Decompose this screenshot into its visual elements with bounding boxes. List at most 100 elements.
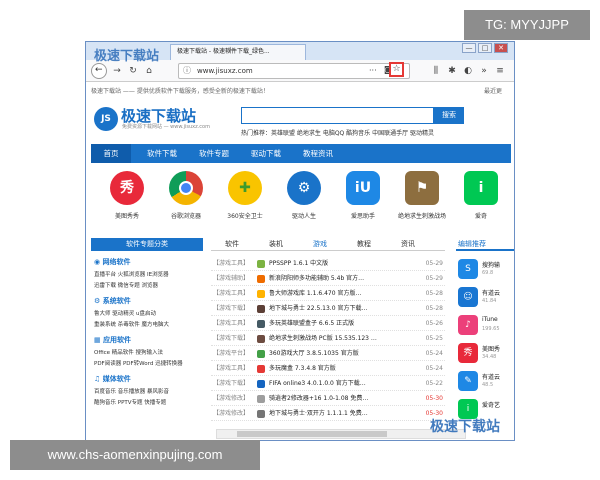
list-item[interactable]: 【游戏下载】 绝地求生刺激战场 PC版 15.535.123 … 05-25 — [211, 332, 445, 346]
editor-pick-name[interactable]: 爱奇艺 — [482, 400, 500, 409]
category-title: ⚙ 系统软件 — [94, 297, 131, 305]
item-name[interactable]: 地下城与勇士·双开方 1.1.1.1 免费… — [269, 407, 368, 421]
menu-tutorials[interactable]: 教程资讯 — [295, 144, 341, 163]
list-item[interactable]: 【游戏工具】 多玩英雄联盟盒子 6.6.5 正式版 05-26 — [211, 317, 445, 331]
item-name[interactable]: 360游戏大厅 3.8.5.1035 官方版 — [269, 347, 359, 361]
list-item[interactable]: 【游戏下载】 地下城与勇士 22.5.13.0 官方下载… 05-28 — [211, 302, 445, 316]
item-name[interactable]: 鲁大师游戏库 1.1.6.470 官方版… — [269, 287, 361, 301]
category-links[interactable]: 迅雷下载 微信专题 浏览器 — [94, 281, 206, 289]
editor-pick-name[interactable]: 有道云 — [482, 288, 500, 297]
tab-software[interactable]: 软件 — [225, 238, 239, 251]
maximize-button[interactable]: □ — [478, 43, 492, 53]
app-item[interactable]: ⚑ 绝地求生刺激战场 — [395, 171, 449, 220]
app-item[interactable]: iU 爱思助手 — [336, 171, 390, 220]
i4-assistant-icon: iU — [346, 171, 380, 205]
editor-pick-icon: ☺ — [458, 287, 478, 307]
list-item[interactable]: 【游戏工具】 PPSSPP 1.6.1 中文版 05-29 — [211, 257, 445, 271]
app-item[interactable]: ⚙ 驱动人生 — [277, 171, 331, 220]
item-tag: 【游戏平台】 — [213, 350, 250, 357]
editor-picks-header: 编辑推荐 — [456, 238, 514, 251]
item-tag: 【游戏工具】 — [213, 260, 250, 267]
editor-pick-item[interactable]: ♪ iTune 199.65 — [458, 313, 514, 339]
item-name[interactable]: 绝地求生刺激战场 PC版 15.535.123 … — [269, 332, 377, 346]
list-item[interactable]: 【游戏修改】 地下城与勇士·双开方 1.1.1.1 免费… 05-30 — [211, 407, 445, 421]
browser-window: 极速下载站 - 极速软件下载_绿色... + — □ ✕ ← → ↻ ⌂ ⓘ w… — [85, 41, 515, 441]
category-links[interactable]: 酷狗音乐 PPTV专题 快播专题 — [94, 398, 206, 406]
editor-pick-item[interactable]: ☺ 有道云 41.84 — [458, 285, 514, 311]
app-item[interactable]: 谷歌浏览器 — [159, 171, 213, 220]
horizontal-scrollbar[interactable] — [216, 429, 466, 439]
editor-pick-name[interactable]: 美图秀 — [482, 344, 500, 353]
category-links[interactable]: PDF阅读器 PDF转Word 迅捷转换器 — [94, 359, 206, 367]
editor-pick-size: 41.84 — [482, 298, 497, 304]
menu-driver-download[interactable]: 驱动下载 — [243, 144, 289, 163]
reload-icon[interactable]: ↻ — [127, 65, 139, 77]
home-icon[interactable]: ⌂ — [143, 65, 155, 77]
item-name[interactable]: 多玩英雄联盟盒子 6.6.5 正式版 — [269, 317, 354, 331]
menu-software-download[interactable]: 软件下载 — [139, 144, 185, 163]
menu-home[interactable]: 首页 — [91, 144, 131, 163]
address-bar[interactable]: ⓘ www.jisuxz.com ··· ◙ — [178, 63, 410, 79]
item-icon — [257, 290, 265, 298]
list-item[interactable]: 【游戏下载】 FIFA online3 4.0.1.0.0 官方下载… 05-22 — [211, 377, 445, 391]
minimize-button[interactable]: — — [462, 43, 476, 53]
tab-news[interactable]: 资讯 — [401, 238, 415, 251]
app-item[interactable]: 秀 美图秀秀 — [100, 171, 154, 220]
hamburger-menu-icon[interactable]: ≡ — [494, 65, 506, 77]
app-item[interactable]: ✚ 360安全卫士 — [218, 171, 272, 220]
bookmark-star-icon[interactable]: ☆ — [389, 62, 404, 77]
scrollbar-thumb[interactable] — [237, 431, 387, 437]
editor-pick-name[interactable]: 有道云 — [482, 372, 500, 381]
category-title: ♫ 媒体软件 — [94, 375, 131, 383]
list-item[interactable]: 【游戏平台】 360游戏大厅 3.8.5.1035 官方版 05-24 — [211, 347, 445, 361]
browser-tab[interactable]: 极速下载站 - 极速软件下载_绿色... — [170, 44, 306, 60]
editor-pick-icon: ♪ — [458, 315, 478, 335]
category-links[interactable]: 重装系统 杀毒软件 魔方电脑大 — [94, 320, 206, 328]
forward-button[interactable]: → — [111, 65, 123, 77]
arrow-left-icon: ← — [95, 65, 103, 75]
editor-pick-item[interactable]: 秀美图秀 34.48 — [458, 341, 514, 367]
tab-tutorials[interactable]: 教程 — [357, 238, 371, 251]
menu-software-topics[interactable]: 软件专题 — [191, 144, 237, 163]
editor-pick-name[interactable]: 搜狗输 — [482, 260, 500, 269]
item-date: 05-29 — [425, 260, 443, 267]
item-name[interactable]: FIFA online3 4.0.1.0.0 官方下载… — [269, 377, 366, 391]
list-item[interactable]: 【游戏修改】 骑逍者2修改器+16 1.0-1.08 免费… 05-30 — [211, 392, 445, 406]
sync-icon[interactable]: ◐ — [462, 65, 474, 77]
page-actions-menu[interactable]: ··· — [369, 64, 377, 78]
url-text[interactable]: www.jisuxz.com — [197, 64, 253, 78]
category-links[interactable]: 直播平台 火狐浏览器 IE浏览器 — [94, 270, 206, 278]
category-links[interactable]: Office 精品软件 搜狗输入法 — [94, 348, 206, 356]
app-item[interactable]: i 爱奇 — [454, 171, 508, 220]
app-label: 360安全卫士 — [227, 213, 263, 220]
item-name[interactable]: 地下城与勇士 22.5.13.0 官方下载… — [269, 302, 367, 316]
editor-pick-item[interactable]: ✎ 有道云 48.5 — [458, 369, 514, 395]
category-links[interactable]: 百度音乐 音乐播放器 暴风影音 — [94, 387, 206, 395]
tab-install[interactable]: 装机 — [269, 238, 283, 251]
category-links[interactable]: 鲁大师 驱动精灵 u盘启动 — [94, 309, 206, 317]
watermark-logo-top: 极速下载站 — [94, 49, 160, 64]
new-tab-button[interactable]: + — [226, 44, 234, 58]
close-window-button[interactable]: ✕ — [494, 43, 508, 53]
back-button[interactable]: ← — [91, 63, 107, 79]
top-notice: 极速下载站 —— 提供优质软件下载服务，感受全新的极速下载站！ — [91, 88, 269, 95]
search-button[interactable]: 搜索 — [434, 107, 464, 124]
item-name[interactable]: 骑逍者2修改器+16 1.0-1.08 免费… — [269, 392, 368, 406]
site-logo-badge[interactable]: JS — [94, 107, 118, 131]
item-name[interactable]: 多玩魔盒 7.3.4.8 官方版 — [269, 362, 336, 376]
list-item[interactable]: 【游戏工具】 鲁大师游戏库 1.1.6.470 官方版… 05-28 — [211, 287, 445, 301]
list-item[interactable]: 【游戏工具】 多玩魔盒 7.3.4.8 官方版 05-24 — [211, 362, 445, 376]
editor-pick-name[interactable]: iTune — [482, 316, 498, 323]
editor-pick-item[interactable]: S 搜狗输 69.8 — [458, 257, 514, 283]
top-right-link[interactable]: 最近更 — [484, 86, 502, 95]
overflow-chevron-icon[interactable]: » — [478, 65, 490, 77]
search-input[interactable] — [241, 107, 434, 124]
tab-games[interactable]: 游戏 — [313, 238, 327, 251]
item-name[interactable]: 新浪阴阳师多功能辅助 5.4b 官方… — [269, 272, 364, 286]
library-icon[interactable]: ⫼ — [430, 65, 442, 77]
hot-recommend-line[interactable]: 热门推荐：英雄联盟 绝地求生 电脑QQ 酷狗音乐 中国联通手厅 驱动精灵 — [241, 128, 434, 137]
item-tag: 【游戏下载】 — [213, 380, 250, 387]
item-name[interactable]: PPSSPP 1.6.1 中文版 — [269, 257, 328, 271]
list-item[interactable]: 【游戏辅助】 新浪阴阳师多功能辅助 5.4b 官方… 05-29 — [211, 272, 445, 286]
extension-icon[interactable]: ✱ — [446, 65, 458, 77]
